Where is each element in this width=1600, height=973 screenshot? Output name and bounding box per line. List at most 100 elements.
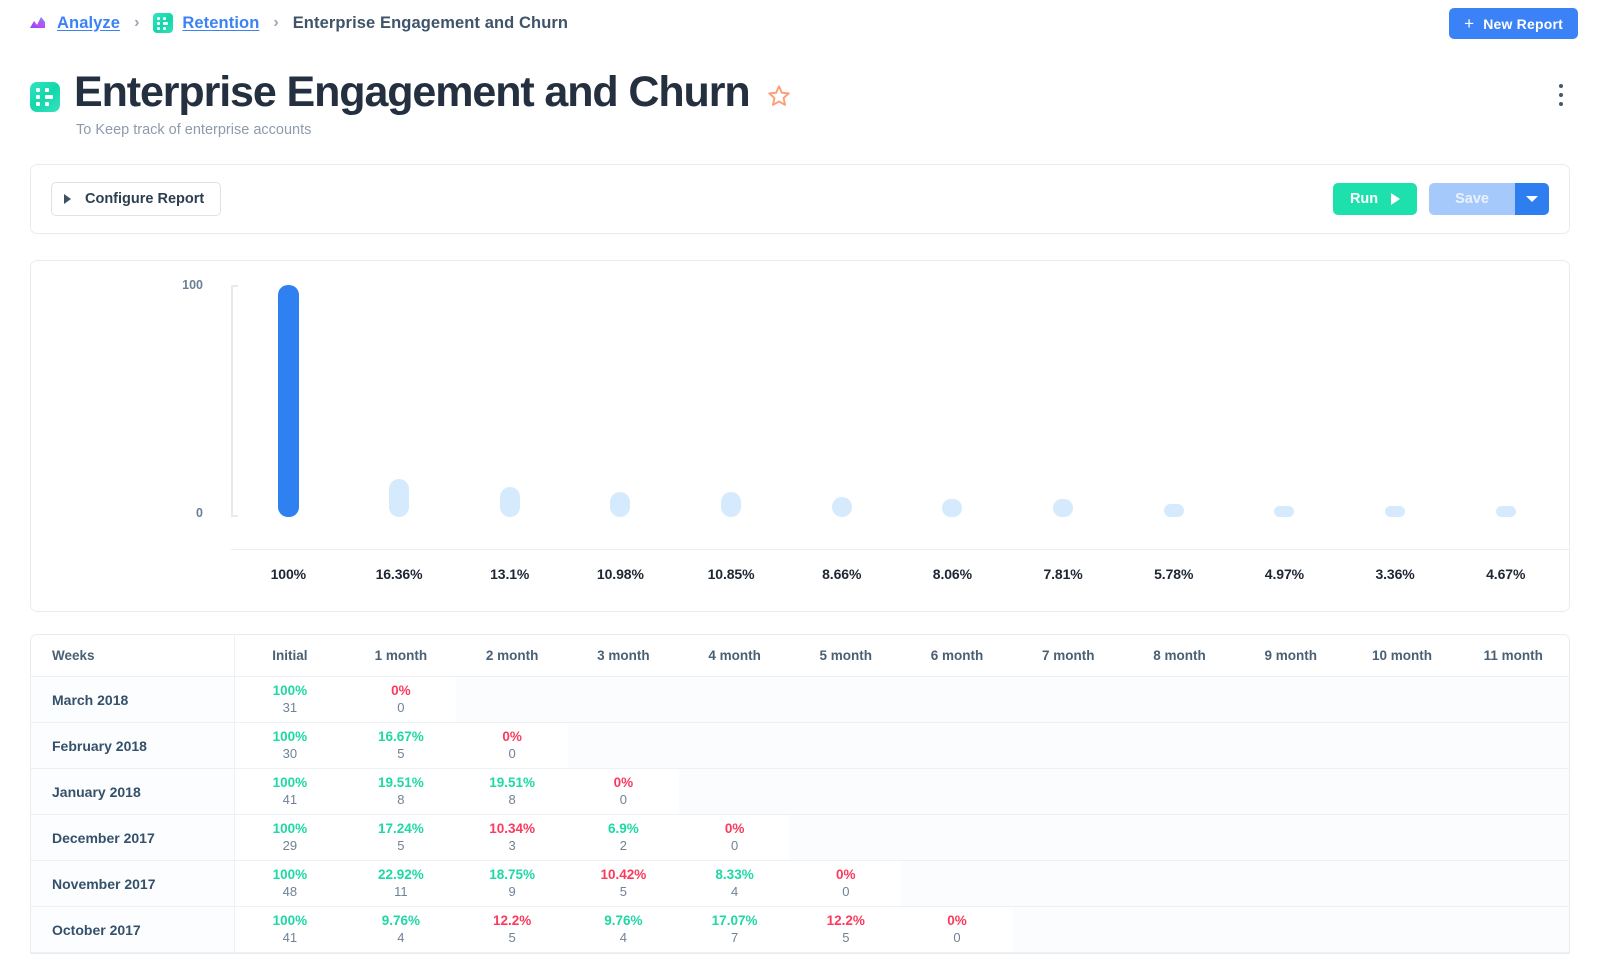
table-header-7-month: 7 month (1012, 635, 1124, 678)
bar-value-label: 7.81% (1043, 566, 1083, 583)
bar-initial[interactable] (277, 285, 299, 518)
table-header-6-month: 6 month (901, 635, 1013, 678)
retention-percent: 19.51% (489, 775, 535, 791)
retention-count: 0 (508, 745, 516, 761)
retention-percent: 17.24% (377, 821, 424, 837)
table-cell-retention: 12.2% 5 (456, 906, 568, 954)
breadcrumb-link-retention[interactable]: Retention (182, 14, 259, 33)
table-cell-retention: 100% 41 (234, 768, 346, 816)
breadcrumb-link-analyze[interactable]: Analyze (57, 14, 120, 33)
bar-value-label: 13.1% (490, 566, 530, 583)
bar-column[interactable] (786, 285, 897, 518)
table-cell-retention (1235, 768, 1347, 816)
table-cell-retention (1457, 722, 1569, 770)
table-cell-week: January 2018 (31, 768, 235, 816)
retention-percent: 100% (272, 775, 308, 791)
table-cell-retention (1012, 722, 1124, 770)
bar-column[interactable] (1450, 285, 1561, 518)
table-row[interactable]: December 2017 100% 29 17.24% 5 10.34% 3 6.9% 2 0%… (31, 814, 1569, 862)
save-dropdown-button[interactable] (1515, 183, 1549, 216)
table-cell-retention: 0% 0 (901, 906, 1013, 954)
page-subtitle: To Keep track of enterprise accounts (76, 122, 312, 139)
table-row[interactable]: November 2017 100% 48 22.92% 11 18.75% 9 10.42%… (31, 860, 1569, 908)
table-cell-retention: 0% 0 (567, 768, 679, 816)
bar-month-5[interactable] (831, 497, 852, 518)
table-cell-retention: 100% 31 (234, 676, 346, 724)
table-cell-retention: 0% 0 (790, 860, 902, 908)
bar-month-2[interactable] (499, 487, 520, 518)
table-cell-retention (1012, 906, 1124, 954)
bar-month-6[interactable] (942, 498, 963, 518)
new-report-label: New Report (1483, 15, 1563, 32)
bar-month-9[interactable] (1274, 505, 1295, 518)
table-cell-retention (790, 768, 902, 816)
table-cell-retention (1457, 676, 1569, 724)
kebab-menu-icon[interactable] (1548, 76, 1574, 114)
retention-count: 8 (397, 791, 405, 807)
bar-month-7[interactable] (1053, 499, 1074, 518)
table-row[interactable]: October 2017 100% 41 9.76% 4 12.2% 5 9.76% 4 17.0… (31, 906, 1569, 954)
bar-column[interactable] (897, 285, 1008, 518)
table-cell-retention: 9.76% 4 (567, 906, 679, 954)
bar-value-label: 100% (270, 566, 307, 583)
run-button[interactable]: Run (1332, 183, 1418, 216)
table-row[interactable]: January 2018 100% 41 19.51% 8 19.51% 8 0% 0 (31, 768, 1569, 816)
retention-count: 5 (397, 745, 405, 761)
table-row[interactable]: February 2018 100% 30 16.67% 5 0% 0 (31, 722, 1569, 770)
bar-month-4[interactable] (721, 492, 742, 518)
table-header-2-month: 2 month (456, 635, 568, 678)
bar-value-label: 16.36% (375, 566, 423, 583)
retention-count: 4 (730, 883, 739, 899)
save-button[interactable]: Save (1429, 183, 1515, 216)
table-cell-retention (790, 722, 902, 770)
bar-month-3[interactable] (610, 491, 631, 518)
table-cell-retention: 19.51% 8 (345, 768, 457, 816)
plus-icon: + (1464, 13, 1475, 33)
retention-count: 0 (842, 883, 850, 899)
table-header-1-month: 1 month (345, 635, 457, 678)
table-cell-week: October 2017 (31, 906, 235, 954)
retention-count: 4 (619, 929, 627, 945)
breadcrumb-current-page: Enterprise Engagement and Churn (292, 13, 569, 32)
favorite-star-icon[interactable] (766, 83, 792, 109)
report-actions: Run Save (1332, 183, 1549, 216)
retention-percent: 100% (272, 821, 308, 837)
retention-grid-icon (153, 13, 174, 33)
bar-column[interactable] (1008, 285, 1119, 518)
bar-column[interactable] (454, 285, 565, 518)
bar-column[interactable] (344, 285, 455, 518)
table-header-11-month: 11 month (1457, 635, 1569, 678)
table-cell-week: December 2017 (31, 814, 235, 862)
table-cell-retention: 9.76% 4 (345, 906, 457, 954)
retention-percent: 9.76% (381, 913, 420, 929)
bar-column[interactable] (233, 285, 344, 518)
table-cell-retention (1012, 676, 1124, 724)
table-cell-retention (1123, 906, 1236, 954)
bar-column[interactable] (1229, 285, 1340, 518)
retention-count: 30 (282, 745, 298, 761)
retention-percent: 0% (391, 683, 411, 699)
bar-month-1[interactable] (389, 479, 409, 518)
bar-column[interactable] (565, 285, 676, 518)
new-report-button[interactable]: + New Report (1449, 8, 1578, 39)
bar-column[interactable] (1118, 285, 1229, 518)
retention-percent: 12.2% (492, 913, 532, 929)
retention-percent: 0% (724, 821, 745, 837)
table-header-4-month: 4 month (678, 635, 791, 678)
report-retention-grid-icon (30, 82, 60, 112)
table-cell-retention (1123, 676, 1236, 724)
table-row[interactable]: March 2018 100% 31 0% 0 (31, 676, 1569, 724)
retention-table: Weeks Initial 1 month 2 month 3 month 4 month… (31, 635, 1569, 954)
table-header-initial: Initial (234, 635, 346, 678)
retention-percent: 9.76% (604, 913, 643, 929)
retention-percent: 16.67% (377, 729, 424, 745)
configure-report-button[interactable]: Configure Report (51, 182, 222, 217)
bar-month-10[interactable] (1385, 506, 1406, 518)
table-cell-retention (901, 814, 1013, 862)
bar-month-11[interactable] (1495, 506, 1516, 518)
table-cell-retention (901, 722, 1013, 770)
bar-column[interactable] (676, 285, 787, 518)
table-cell-retention (1123, 860, 1236, 908)
bar-column[interactable] (1340, 285, 1451, 518)
bar-month-8[interactable] (1163, 504, 1184, 518)
